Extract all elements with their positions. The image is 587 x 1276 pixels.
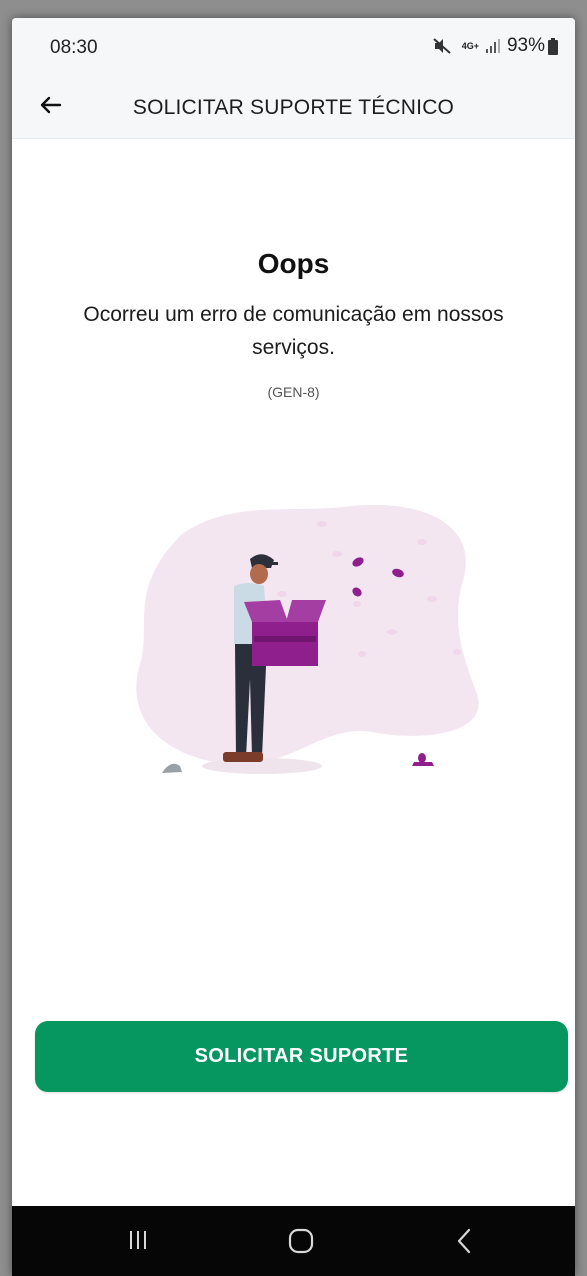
ground-plant [412,753,434,766]
app-bar: SOLICITAR SUPORTE TÉCNICO [12,76,575,139]
empty-box-illustration [136,504,479,774]
error-code: (GEN-8) [267,384,320,400]
recent-apps-icon[interactable] [128,1228,148,1252]
mute-icon [433,38,451,54]
rock [162,763,182,773]
status-icons: 4G+ 93% [432,35,558,57]
network-4g-icon: 4G+ [461,40,479,51]
back-icon[interactable] [456,1228,472,1254]
phone-screen: 08:30 4G+ 93% SOLICITAR SUPORTE TÉCNICO … [12,18,575,1276]
home-icon[interactable] [288,1228,314,1254]
request-support-button[interactable]: SOLICITAR SUPORTE [35,1021,568,1092]
status-time: 08:30 [50,37,98,58]
signal-icon [485,39,500,53]
error-title: Oops [257,248,330,279]
battery-icon [548,37,558,55]
error-message: Ocorreu um erro de comunicação em nossos… [83,303,504,359]
battery-percent: 93% [506,35,545,56]
page-title: SOLICITAR SUPORTE TÉCNICO [132,96,455,119]
system-nav-bar [12,1206,575,1276]
status-bar: 08:30 4G+ 93% [12,18,575,76]
